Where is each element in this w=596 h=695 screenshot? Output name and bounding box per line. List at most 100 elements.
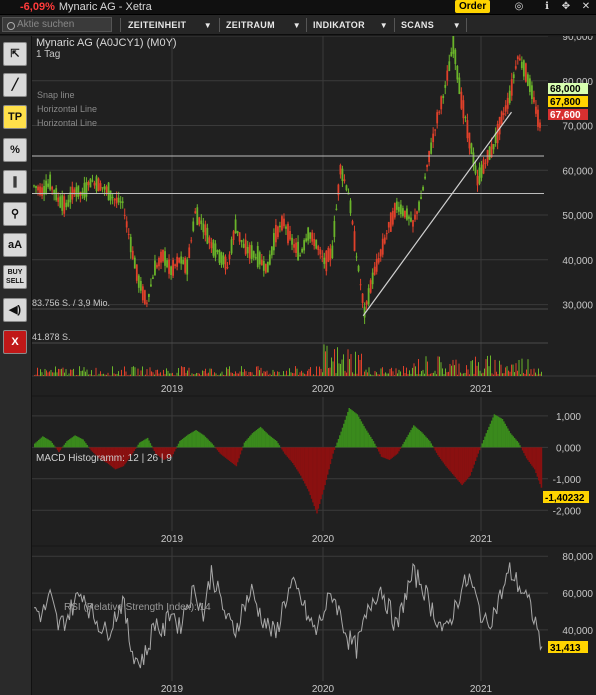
- volume-bar: [184, 366, 185, 376]
- price-candle: [531, 85, 533, 99]
- macd-bar: [244, 441, 247, 448]
- macd-bar: [367, 432, 369, 448]
- menu-scans[interactable]: SCANS ▼: [401, 18, 461, 33]
- price-candle: [83, 182, 86, 199]
- macd-bar: [215, 447, 217, 449]
- price-candle: [516, 56, 519, 60]
- volume-bar: [101, 374, 103, 376]
- macd-bar: [240, 447, 243, 451]
- buy-sell-tool[interactable]: BUY SELL: [3, 265, 27, 289]
- volume-bar: [172, 372, 173, 376]
- price-candle: [145, 302, 148, 304]
- price-candle: [393, 203, 396, 218]
- macd-bar: [294, 447, 297, 468]
- window-list-icon[interactable]: ◎: [513, 1, 525, 13]
- price-candle: [33, 185, 35, 187]
- percent-tool[interactable]: %: [3, 138, 27, 162]
- macd-bar: [253, 432, 255, 448]
- volume-bar: [449, 363, 451, 376]
- menu-indikator[interactable]: INDIKATOR ▼: [313, 18, 388, 33]
- menu-indikator-label: INDIKATOR: [313, 20, 365, 30]
- text-tool[interactable]: aA: [3, 233, 27, 257]
- price-candle: [99, 183, 102, 191]
- volume-bar: [239, 371, 241, 376]
- menu-zeitraum[interactable]: ZEITRAUM ▼: [226, 18, 301, 33]
- volume-bar: [517, 370, 518, 376]
- volume-bar: [415, 366, 416, 376]
- macd-bar: [267, 434, 270, 448]
- macd-bar: [64, 442, 67, 448]
- volume-bar: [145, 374, 146, 376]
- volume-bar: [467, 369, 469, 376]
- volume-bar: [289, 368, 290, 376]
- macd-bar: [308, 447, 310, 492]
- chart-area[interactable]: 30,000 40,000 50,000 60,000 70,000 80,000 90,0…: [32, 36, 596, 695]
- info-icon[interactable]: ℹ: [541, 1, 553, 13]
- volume-bar: [122, 375, 124, 376]
- volume-bar: [203, 370, 205, 376]
- volume-bar: [334, 349, 335, 376]
- price-candle: [260, 259, 263, 266]
- macd-bar: [497, 416, 500, 448]
- volume-bar: [403, 366, 404, 376]
- cursor-tool[interactable]: ⇱: [3, 42, 27, 66]
- macd-bar: [380, 447, 383, 457]
- volume-bar: [382, 367, 383, 376]
- volume-bar: [128, 374, 130, 376]
- zoom-tool[interactable]: ⚲: [3, 202, 27, 226]
- close-icon[interactable]: ✕: [580, 1, 592, 13]
- parallel-tool[interactable]: ∥: [3, 170, 27, 194]
- line-tool[interactable]: ╱: [3, 73, 27, 97]
- y-tick-label: 70,000: [562, 122, 593, 133]
- volume-bar: [200, 375, 202, 376]
- move-icon[interactable]: ✥: [560, 1, 572, 13]
- volume-bar: [461, 373, 463, 376]
- macd-bar: [207, 439, 209, 448]
- volume-bar: [524, 374, 526, 376]
- volume-bar: [494, 359, 496, 376]
- volume-bar: [113, 373, 115, 376]
- price-candle: [442, 95, 445, 99]
- volume-bar: [518, 359, 520, 376]
- macd-bar: [458, 447, 461, 482]
- volume-bar: [104, 374, 106, 376]
- volume-bar: [188, 367, 190, 376]
- macd-bar: [396, 447, 399, 454]
- price-candle: [129, 236, 132, 253]
- search-input[interactable]: Aktie suchen: [2, 17, 112, 32]
- macd-bar: [183, 437, 185, 448]
- volume-bar: [205, 368, 206, 376]
- volume-bar: [155, 369, 157, 376]
- price-candle: [432, 133, 435, 143]
- volume-bar: [86, 369, 88, 376]
- menu-zeiteinheit[interactable]: ZEITEINHEIT ▼: [128, 18, 212, 33]
- volume-bar: [281, 375, 283, 376]
- delete-tool[interactable]: X: [3, 330, 27, 354]
- volume-bar: [512, 364, 514, 376]
- macd-bar: [372, 441, 375, 448]
- price-candle: [351, 221, 354, 225]
- macd-bar: [398, 447, 400, 452]
- macd-bar: [274, 440, 277, 448]
- sound-tool[interactable]: ◀): [3, 298, 27, 322]
- volume-bar: [263, 371, 265, 376]
- volume-bar: [386, 373, 388, 376]
- volume-bar: [292, 372, 293, 376]
- volume-bar: [275, 374, 277, 376]
- macd-bar: [52, 444, 55, 448]
- macd-bar: [203, 435, 205, 448]
- volume-bar: [353, 373, 355, 376]
- volume-bar: [455, 359, 457, 376]
- chart-svg[interactable]: 30,000 40,000 50,000 60,000 70,000 80,000 90,0…: [32, 36, 596, 695]
- order-button[interactable]: Order: [455, 0, 491, 13]
- volume-bar: [83, 367, 85, 376]
- macd-bar: [469, 447, 471, 476]
- price-candle: [408, 216, 410, 219]
- rsi-label: RSI (Relative Strength Index): 14: [64, 602, 211, 613]
- price-candle: [275, 224, 277, 243]
- macd-bar: [465, 447, 467, 481]
- tp-tool[interactable]: TP: [3, 105, 27, 129]
- macd-bar: [527, 447, 529, 461]
- volume-bar: [286, 370, 287, 376]
- volume-bar: [302, 372, 304, 376]
